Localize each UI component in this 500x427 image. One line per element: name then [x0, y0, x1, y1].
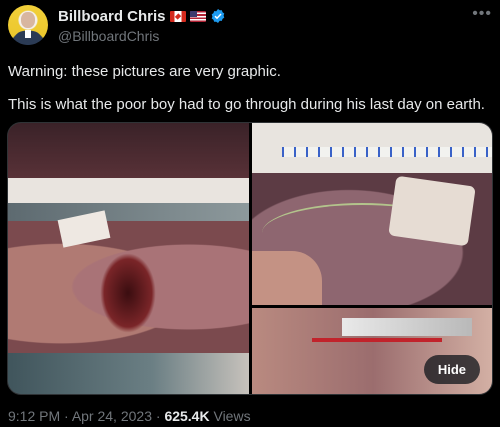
photo-3-tube	[312, 338, 442, 342]
tweet-meta: 9:12 PM · Apr 24, 2023 · 625.4K Views	[8, 408, 251, 424]
media-grid: Hide	[7, 122, 493, 395]
canada-flag-icon	[169, 10, 186, 22]
display-name[interactable]: Billboard Chris	[58, 8, 166, 25]
hide-media-button[interactable]: Hide	[423, 355, 480, 384]
tweet-date[interactable]: Apr 24, 2023	[72, 408, 152, 424]
verified-badge-icon	[211, 9, 224, 23]
tweet-time[interactable]: 9:12 PM	[8, 408, 60, 424]
avatar-collar	[25, 30, 31, 38]
photo-2-dressing	[388, 175, 476, 247]
user-handle[interactable]: @BillboardChris	[58, 28, 159, 44]
avatar[interactable]	[8, 5, 48, 45]
photo-1[interactable]	[8, 123, 249, 394]
tweet-text-line1: Warning: these pictures are very graphic…	[8, 63, 281, 80]
meta-separator: ·	[60, 408, 72, 424]
meta-separator: ·	[151, 408, 165, 424]
views-count[interactable]: 625.4K	[164, 408, 209, 424]
photo-2[interactable]	[252, 123, 492, 305]
photo-2-ruler	[282, 147, 492, 157]
more-options-icon[interactable]: •••	[472, 5, 492, 23]
photo-2-arm	[252, 251, 322, 305]
name-row: Billboard Chris	[58, 6, 226, 26]
photo-1-monitor	[8, 353, 249, 394]
avatar-face	[21, 12, 35, 28]
us-flag-icon	[189, 10, 206, 22]
tweet-header: Billboard Chris @BillboardChris •••	[8, 5, 492, 49]
views-label: Views	[209, 408, 251, 424]
photo-3-device	[342, 318, 472, 336]
photo-3[interactable]: Hide	[252, 308, 492, 394]
photo-1-background	[8, 123, 249, 181]
photo-1-wound	[100, 253, 156, 333]
tweet-text-line2: This is what the poor boy had to go thro…	[8, 96, 485, 113]
photo-1-sheet	[8, 178, 249, 204]
